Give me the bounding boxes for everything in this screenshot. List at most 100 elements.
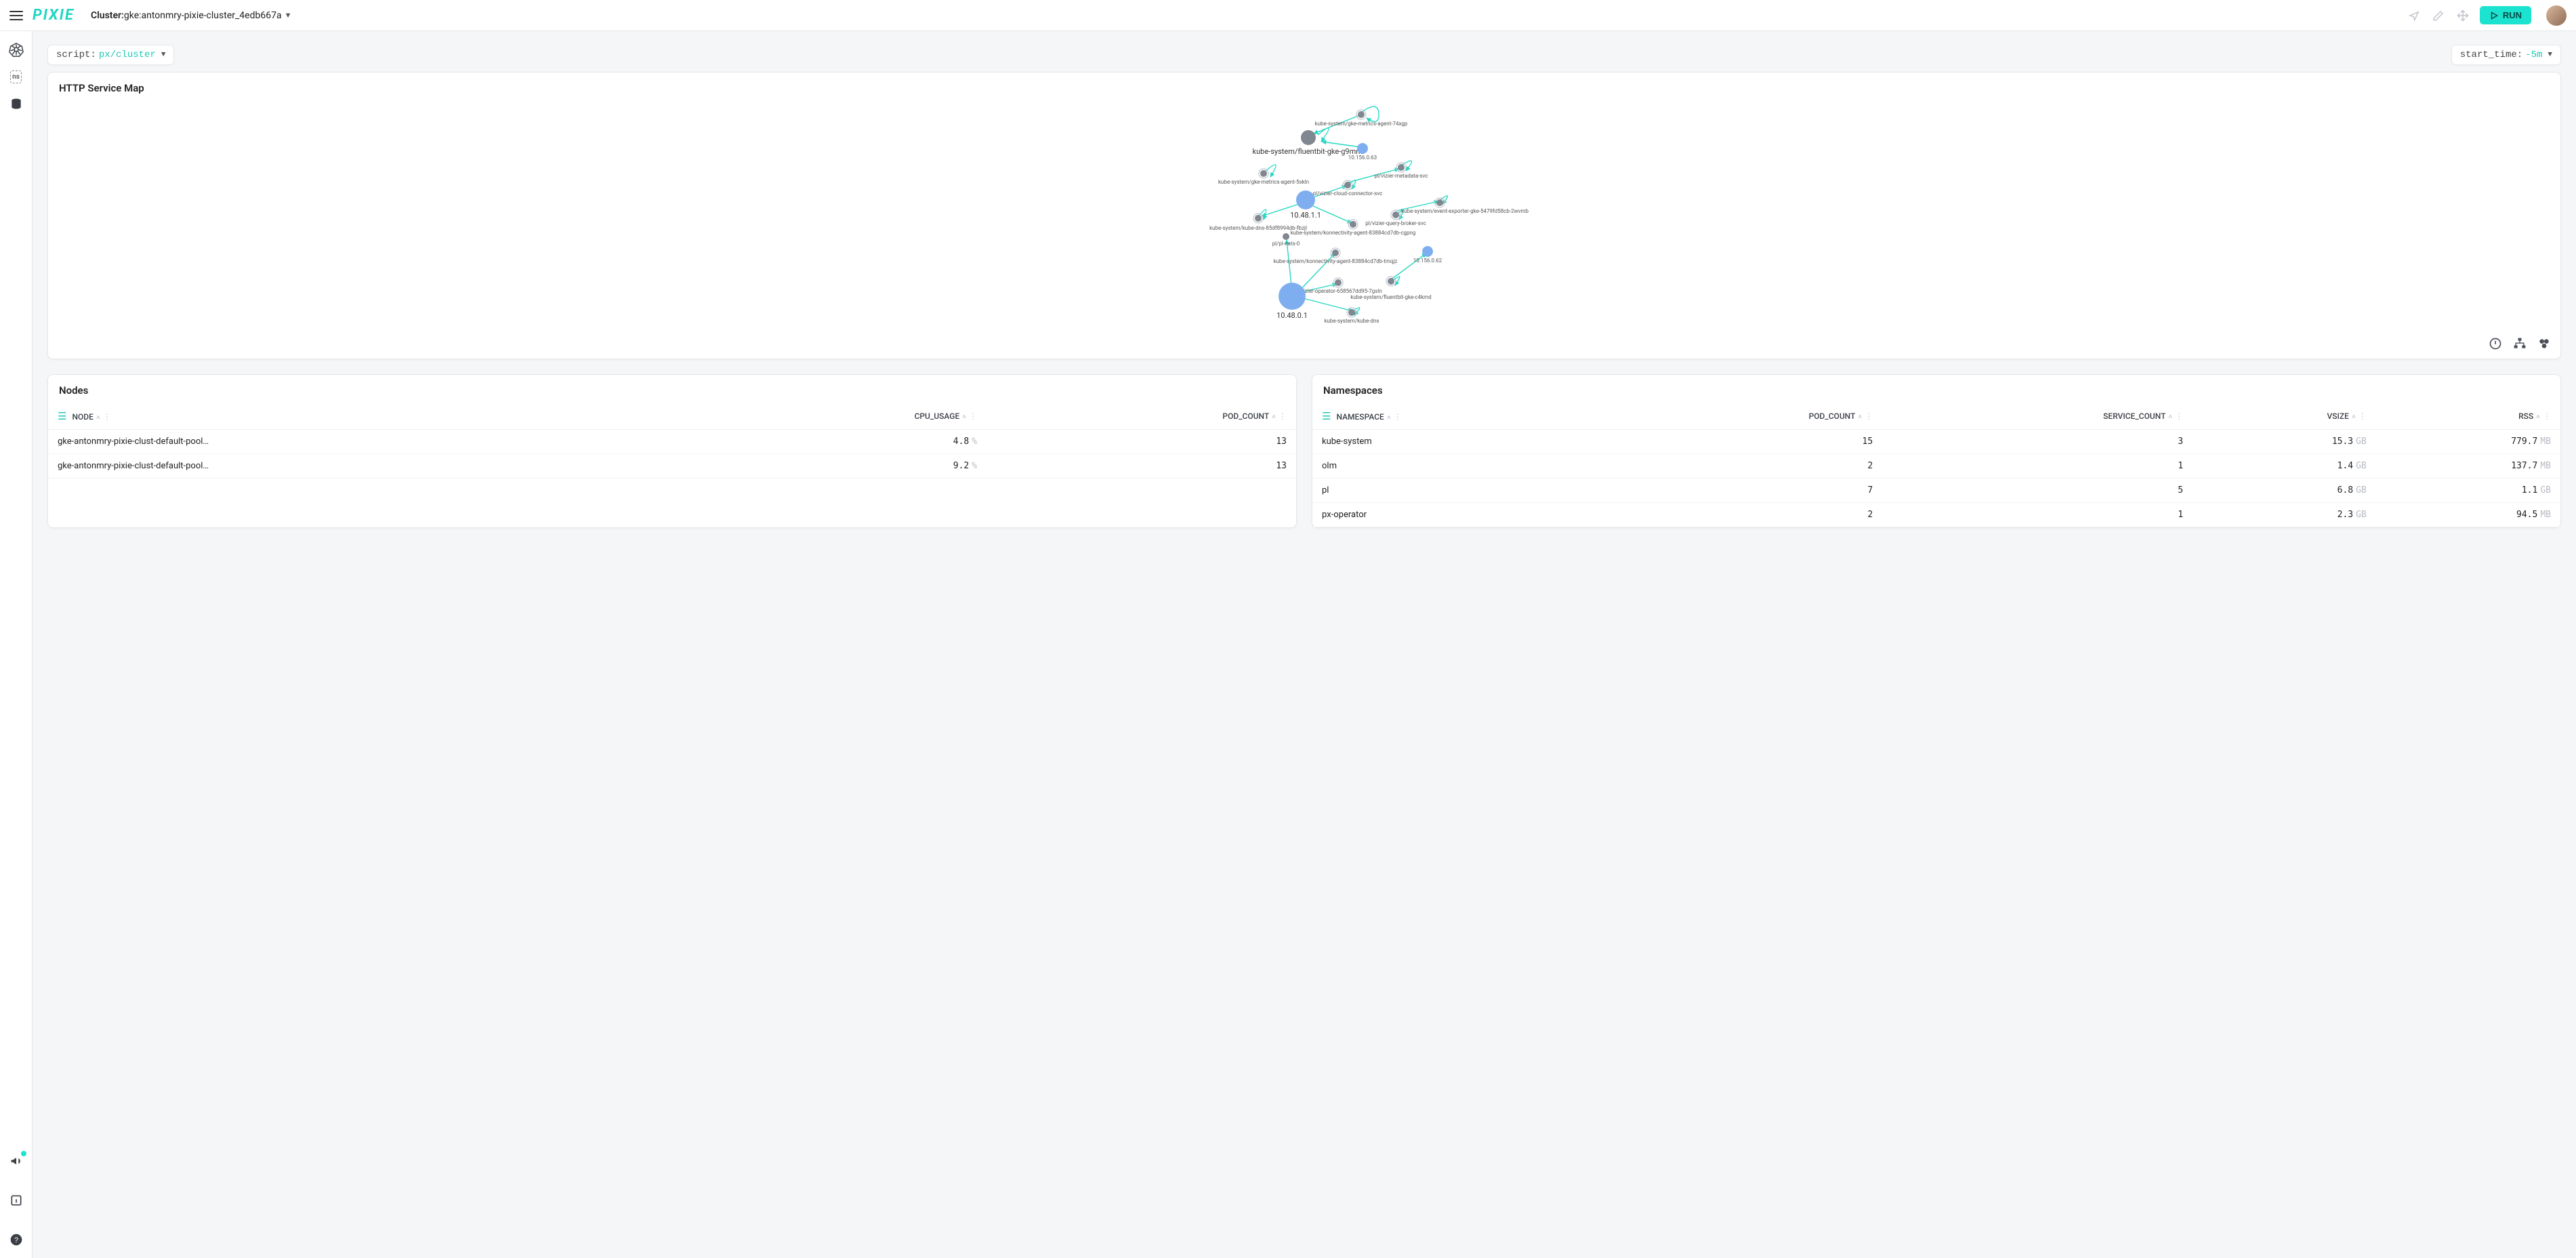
table-row[interactable]: gke-antonmry-pixie-clust-default-pool… 4… (48, 430, 1296, 454)
graph-node[interactable]: kube-system/gke-metrics-agent-74xgp (1315, 110, 1408, 127)
notification-dot (21, 1151, 26, 1156)
cell-cpu-val: 4.8 (953, 437, 969, 447)
svg-text:kube-system/konnectivity-agent: kube-system/konnectivity-agent-83884cd7d… (1274, 258, 1398, 264)
col-vsize[interactable]: VSIZE˄⋮ (2193, 403, 2376, 430)
svg-text:kube-system/fluentbit-gke-g9mn: kube-system/fluentbit-gke-g9mn9 (1253, 147, 1365, 156)
sort-icon[interactable]: ˄ (962, 413, 966, 421)
svg-text:10.48.0.1: 10.48.0.1 (1276, 311, 1308, 320)
column-menu-icon[interactable]: ⋮ (2359, 411, 2367, 421)
svg-text:kube-system/gke-metrics-agent-: kube-system/gke-metrics-agent-5skln (1218, 179, 1309, 185)
script-selector[interactable]: script: px/cluster ▼ (47, 45, 174, 65)
graph-node[interactable]: 10.156.0.62 (1413, 246, 1442, 264)
service-map-graph[interactable]: kube-system/gke-metrics-agent-74xgp kube… (48, 101, 2560, 359)
logo: PIXIE (33, 7, 75, 24)
svg-text:10.156.0.63: 10.156.0.63 (1348, 155, 1377, 161)
column-menu-icon[interactable]: ⋮ (2543, 411, 2551, 421)
col-podcount[interactable]: POD_COUNT˄⋮ (1622, 403, 1882, 430)
table-row[interactable]: gke-antonmry-pixie-clust-default-pool… 9… (48, 454, 1296, 479)
cell-node: gke-antonmry-pixie-clust-default-pool… (58, 461, 209, 471)
cell-rss-unit: MB (2540, 437, 2551, 447)
svg-text:pl/vizier-query-broker-svc: pl/vizier-query-broker-svc (1365, 220, 1426, 226)
table-row[interactable]: pl 7 5 6.8GB 1.1GB (1312, 479, 2560, 503)
column-menu-icon[interactable]: ⋮ (2175, 411, 2183, 421)
svg-text:?: ? (14, 1236, 18, 1244)
column-menu-icon[interactable]: ⋮ (1279, 411, 1287, 421)
col-rss[interactable]: RSS˄⋮ (2376, 403, 2560, 430)
nodes-table: ☰NODE˄⋮ CPU_USAGE˄⋮ POD_COUNT˄⋮ gke-anto… (48, 403, 1296, 479)
col-cpu[interactable]: CPU_USAGE˄⋮ (682, 403, 986, 430)
start-time-selector[interactable]: start_time: -5m ▼ (2451, 45, 2561, 65)
table-row[interactable]: kube-system 15 3 15.3GB 779.7MB (1312, 430, 2560, 454)
cell-rss-val: 94.5 (2516, 510, 2537, 520)
cell-rss-val: 137.7 (2511, 461, 2537, 471)
share-icon[interactable] (2407, 8, 2422, 23)
column-menu-icon[interactable]: ⋮ (969, 411, 977, 421)
sort-asc-icon[interactable]: ˄ (96, 414, 100, 422)
cell-rss-val: 779.7 (2511, 437, 2537, 447)
cell-rss-unit: GB (2540, 485, 2551, 495)
announcement-icon[interactable] (7, 1152, 25, 1170)
run-button-label: RUN (2503, 10, 2522, 20)
graph-node[interactable]: kube-system/fluentbit-gke-g9mn9 (1253, 130, 1365, 156)
sort-icon[interactable]: ˄ (2352, 413, 2356, 421)
http-service-map-card: HTTP Service Map (47, 72, 2561, 359)
svg-text:kube-system/kube-dns: kube-system/kube-dns (1324, 318, 1379, 324)
chevron-down-icon: ▼ (2548, 51, 2552, 59)
cell-vsize-unit: GB (2356, 510, 2367, 520)
graph-node[interactable]: pl/vizier-cloud-connector-svc (1313, 180, 1383, 197)
help-icon[interactable]: ? (7, 1231, 25, 1249)
script-label: script: (56, 49, 96, 60)
graph-node[interactable]: kube-system/gke-metrics-agent-5skln (1218, 169, 1309, 185)
col-pods[interactable]: POD_COUNT˄⋮ (986, 403, 1296, 430)
col-namespace[interactable]: ☰NAMESPACE˄⋮ (1312, 403, 1622, 430)
cell-pods: 13 (986, 430, 1296, 454)
avatar[interactable] (2546, 5, 2567, 26)
svg-text:kube-system/fluentbit-gke-c4km: kube-system/fluentbit-gke-c4kmd (1350, 294, 1431, 300)
kubernetes-icon[interactable] (7, 41, 25, 58)
sort-icon[interactable]: ˄ (2168, 413, 2172, 421)
graph-node[interactable]: pl/vizier-operator-658567dd95-7gsln (1294, 278, 1382, 294)
col-servicecount[interactable]: SERVICE_COUNT˄⋮ (1882, 403, 2193, 430)
move-icon[interactable] (2455, 8, 2470, 23)
cell-svc: 3 (1882, 430, 2193, 454)
column-menu-icon[interactable]: ⋮ (1394, 412, 1402, 422)
sort-icon[interactable]: ˄ (2536, 413, 2540, 421)
cell-svc: 1 (1882, 454, 2193, 479)
hierarchy-icon[interactable] (2513, 337, 2528, 352)
menu-icon[interactable] (9, 11, 23, 20)
info-icon[interactable] (7, 1192, 25, 1209)
svg-text:pl/pl-nats-0: pl/pl-nats-0 (1272, 241, 1300, 247)
cell-vsize-unit: GB (2356, 485, 2367, 495)
cell-cpu-unit: % (972, 461, 977, 471)
database-icon[interactable] (7, 96, 25, 113)
cell-rss-val: 1.1 (2522, 485, 2537, 495)
table-menu-icon[interactable]: ☰ (58, 410, 66, 422)
sort-icon[interactable]: ˄ (1858, 413, 1862, 421)
namespace-icon[interactable]: ns (10, 70, 22, 83)
cluster-label: Cluster: (91, 10, 124, 21)
table-row[interactable]: px-operator 2 1 2.3GB 94.5MB (1312, 503, 2560, 527)
sort-asc-icon[interactable]: ˄ (1387, 414, 1391, 422)
alert-icon[interactable] (2489, 337, 2504, 352)
edit-icon[interactable] (2431, 8, 2446, 23)
graph-node[interactable]: kube-system/konnectivity-agent-83884cd7d… (1274, 248, 1398, 264)
table-menu-icon[interactable]: ☰ (1322, 410, 1331, 422)
sidebar: ns ? (0, 31, 33, 1258)
cluster-icon[interactable] (2537, 337, 2552, 352)
table-row[interactable]: olm 2 1 1.4GB 137.7MB (1312, 454, 2560, 479)
cell-node: gke-antonmry-pixie-clust-default-pool… (58, 437, 209, 447)
col-node[interactable]: ☰NODE˄⋮ (48, 403, 682, 430)
graph-node[interactable]: kube-system/event-exporter-gke-5479fd58c… (1401, 198, 1529, 214)
column-menu-icon[interactable]: ⋮ (1865, 411, 1873, 421)
cell-vsize-val: 6.8 (2338, 485, 2353, 495)
cell-pods: 13 (986, 454, 1296, 479)
cluster-selector[interactable]: Cluster: gke:antonmry-pixie-cluster_4edb… (91, 10, 291, 21)
sort-icon[interactable]: ˄ (1272, 413, 1276, 421)
graph-node[interactable]: 10.48.0.1 (1276, 283, 1308, 320)
run-button[interactable]: RUN (2480, 6, 2531, 24)
column-menu-icon[interactable]: ⋮ (103, 412, 111, 422)
graph-node[interactable]: kube-system/kube-dns (1324, 308, 1379, 324)
svg-text:kube-system/event-exporter-gke: kube-system/event-exporter-gke-5479fd58c… (1401, 208, 1529, 214)
cell-svc: 1 (1882, 503, 2193, 527)
graph-node[interactable]: pl/vizier-metadata-svc (1374, 163, 1428, 179)
